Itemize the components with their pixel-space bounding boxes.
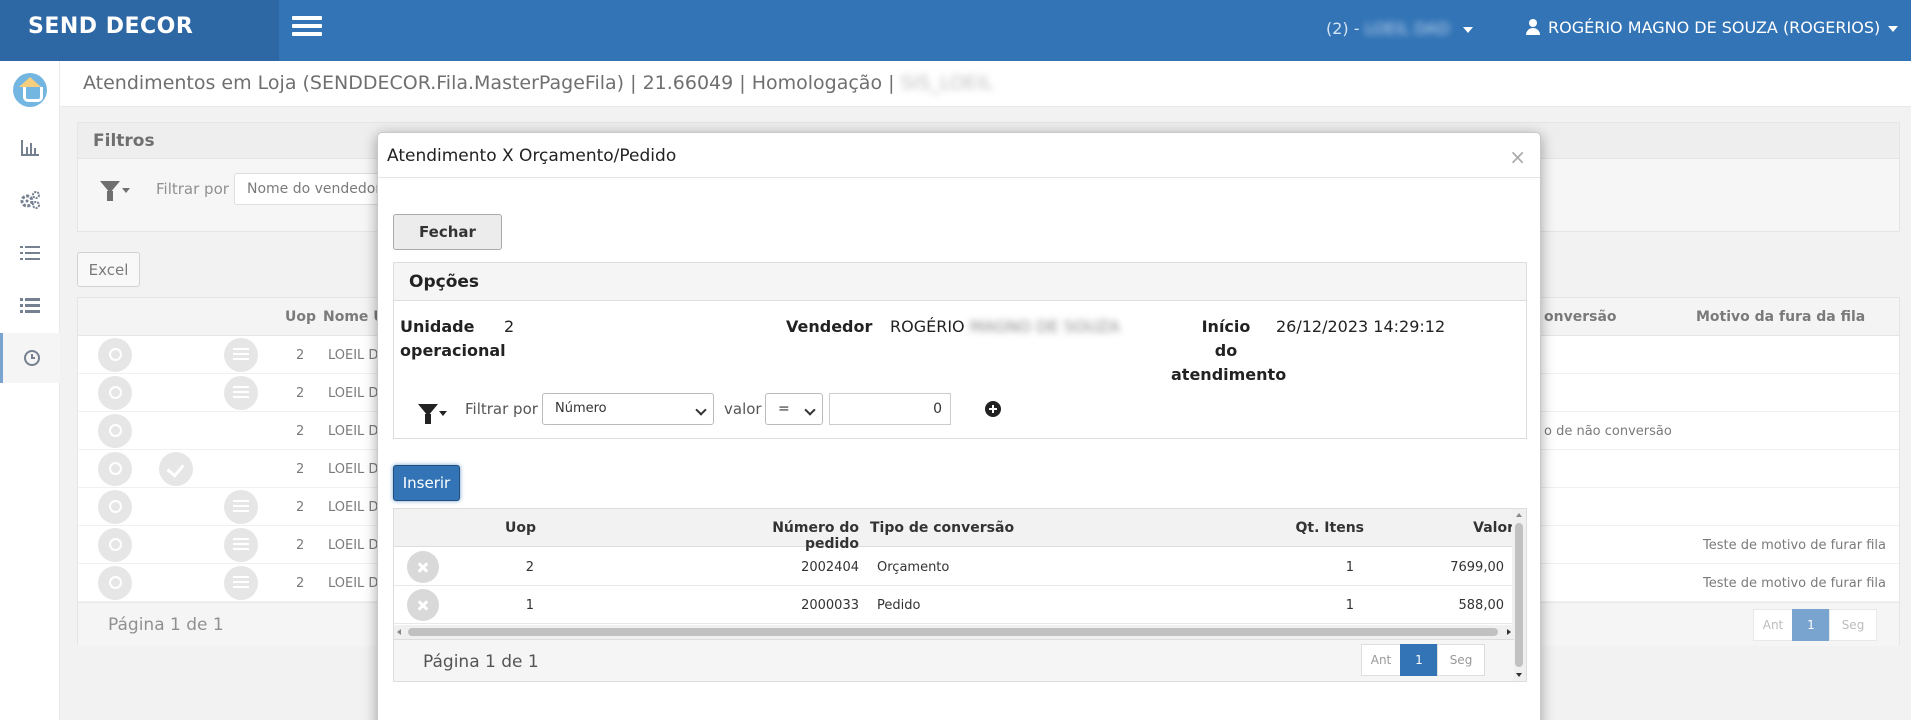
cell-uop: 2 bbox=[525, 560, 534, 575]
filter-menu-button[interactable] bbox=[418, 402, 448, 424]
filter-field-value: Número bbox=[555, 401, 607, 416]
filter-icon bbox=[418, 404, 438, 424]
cell-tipo: Pedido bbox=[877, 598, 921, 613]
start-label-line: Início bbox=[1201, 317, 1251, 336]
unit-dropdown[interactable]: (2) - LOEIL DAD bbox=[1326, 19, 1473, 38]
start-label-line: atendimento bbox=[1171, 365, 1287, 384]
conversion-modal: Atendimento X Orçamento/Pedido × Fechar … bbox=[377, 132, 1541, 720]
unit-prefix: (2) - bbox=[1326, 19, 1360, 38]
unit-name: LOEIL DAD bbox=[1364, 19, 1450, 38]
chevron-down-icon bbox=[804, 404, 816, 416]
scroll-thumb[interactable] bbox=[408, 628, 1498, 636]
horizontal-scrollbar[interactable] bbox=[394, 625, 1514, 639]
menu-toggle-icon[interactable] bbox=[292, 16, 322, 38]
column-header-tipo: Tipo de conversão bbox=[870, 520, 1015, 536]
cell-qt: 1 bbox=[1345, 560, 1354, 575]
options-panel: Opções Unidade operacional 2 Vendedor RO… bbox=[393, 262, 1527, 439]
modal-header: Atendimento X Orçamento/Pedido × bbox=[378, 133, 1540, 178]
close-icon[interactable]: × bbox=[1509, 145, 1526, 169]
cell-numero: 2002404 bbox=[801, 560, 859, 575]
scroll-thumb[interactable] bbox=[1515, 523, 1523, 667]
start-label: Início do atendimento bbox=[1171, 315, 1287, 387]
page-info: Página 1 de 1 bbox=[423, 652, 539, 672]
scroll-right-icon[interactable] bbox=[1507, 629, 1511, 635]
cell-qt: 1 bbox=[1345, 598, 1354, 613]
scroll-up-icon[interactable] bbox=[1516, 513, 1522, 517]
unit-value: 2 bbox=[504, 317, 515, 336]
seller-label: Vendedor bbox=[786, 317, 873, 336]
insert-button[interactable]: Inserir bbox=[393, 465, 460, 501]
pagination: Ant 1 Seg bbox=[1361, 644, 1485, 676]
filter-by-label: Filtrar por bbox=[465, 400, 538, 418]
column-header-uop: Uop bbox=[505, 520, 537, 536]
grid-footer: Página 1 de 1 Ant 1 Seg bbox=[394, 639, 1514, 681]
vertical-scrollbar[interactable] bbox=[1512, 509, 1526, 681]
pagination-next[interactable]: Seg bbox=[1437, 644, 1485, 676]
start-label-line: do bbox=[1214, 341, 1238, 360]
chevron-down-icon bbox=[1888, 25, 1899, 32]
scroll-left-icon[interactable] bbox=[397, 629, 401, 635]
delete-row-icon[interactable] bbox=[407, 551, 439, 583]
options-title: Opções bbox=[394, 263, 1526, 301]
seller-last-name: MAGNO DE SOUZA bbox=[969, 317, 1120, 336]
orders-grid: Uop Número do pedido Tipo de conversão Q… bbox=[393, 508, 1527, 682]
cell-valor: 7699,00 bbox=[1450, 560, 1504, 575]
seller-value: ROGÉRIO MAGNO DE SOUZA bbox=[890, 315, 1120, 339]
seller-first-name: ROGÉRIO bbox=[890, 317, 965, 336]
close-button[interactable]: Fechar bbox=[393, 214, 502, 250]
start-value: 26/12/2023 14:29:12 bbox=[1276, 317, 1446, 336]
operator-value: = bbox=[778, 401, 790, 417]
delete-row-icon[interactable] bbox=[407, 589, 439, 621]
unit-label-line: Unidade bbox=[400, 317, 475, 336]
chevron-down-icon bbox=[439, 411, 447, 416]
modal-title: Atendimento X Orçamento/Pedido bbox=[387, 146, 677, 166]
operator-select[interactable]: = bbox=[765, 393, 823, 425]
value-label: valor bbox=[724, 400, 762, 418]
unit-label-line: operacional bbox=[400, 341, 506, 360]
filter-field-select[interactable]: Número bbox=[542, 393, 714, 425]
brand-logo[interactable]: SEND DECOR bbox=[0, 0, 279, 61]
cell-valor: 588,00 bbox=[1458, 598, 1505, 613]
user-icon bbox=[1526, 19, 1540, 35]
filter-value-input[interactable]: 0 bbox=[829, 393, 951, 425]
pagination-prev[interactable]: Ant bbox=[1361, 644, 1401, 676]
unit-label: Unidade operacional bbox=[400, 315, 506, 363]
cell-tipo: Orçamento bbox=[877, 560, 950, 575]
user-name: ROGÉRIO MAGNO DE SOUZA (ROGERIOS) bbox=[1548, 18, 1881, 37]
table-row: 1 2000033 Pedido 1 588,00 bbox=[394, 586, 1514, 624]
column-header-valor: Valor bbox=[1473, 520, 1514, 536]
scroll-down-icon[interactable] bbox=[1516, 673, 1522, 677]
cell-uop: 1 bbox=[525, 598, 534, 613]
top-bar: SEND DECOR (2) - LOEIL DAD ROGÉRIO MAGNO… bbox=[0, 0, 1911, 61]
user-dropdown[interactable]: ROGÉRIO MAGNO DE SOUZA (ROGERIOS) bbox=[1526, 18, 1899, 37]
cell-numero: 2000033 bbox=[801, 598, 859, 613]
chevron-down-icon bbox=[1462, 26, 1473, 33]
table-row: 2 2002404 Orçamento 1 7699,00 bbox=[394, 548, 1514, 586]
pagination-current[interactable]: 1 bbox=[1400, 644, 1438, 676]
add-filter-icon[interactable] bbox=[985, 401, 1001, 417]
column-header-qt: Qt. Itens bbox=[1295, 520, 1364, 536]
chevron-down-icon bbox=[695, 404, 707, 416]
grid-header: Uop Número do pedido Tipo de conversão Q… bbox=[394, 509, 1514, 552]
